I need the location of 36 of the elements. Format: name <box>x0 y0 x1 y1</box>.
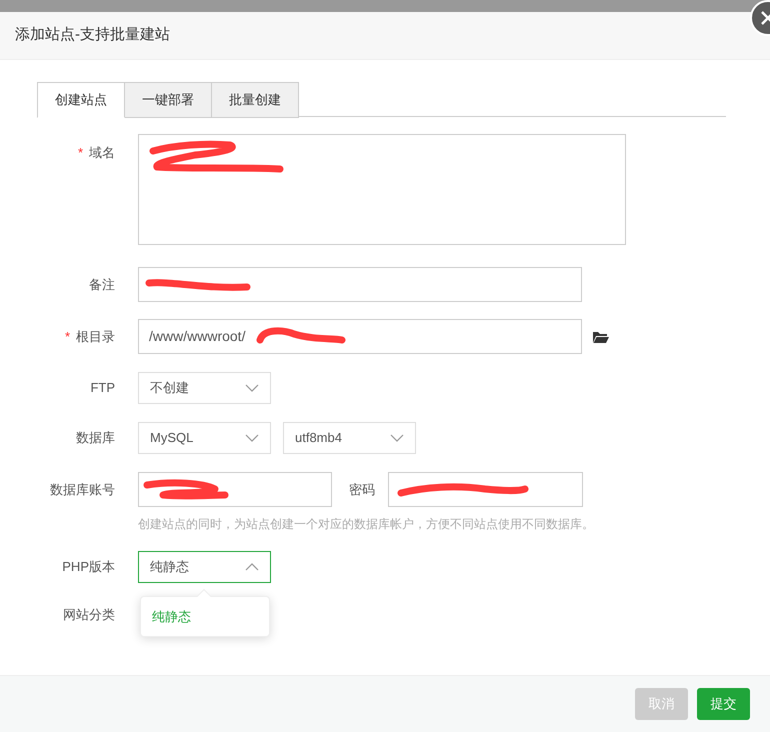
select-field[interactable]: 纯静态 <box>138 551 271 583</box>
field-label: 根目录 <box>76 328 115 346</box>
field-label: 数据库账号 <box>50 480 115 499</box>
tab[interactable]: 创建站点 <box>37 82 125 118</box>
dialog-title: 添加站点-支持批量建站 <box>15 25 170 46</box>
password-input[interactable] <box>388 472 583 507</box>
folder-icon[interactable] <box>593 330 609 343</box>
tab[interactable]: 批量创建 <box>212 82 299 118</box>
remark-input[interactable] <box>138 267 582 302</box>
select-field[interactable]: 不创建 <box>138 372 271 404</box>
domain-textarea[interactable] <box>138 134 626 245</box>
select-field[interactable]: MySQL <box>138 422 271 454</box>
required-mark: * <box>64 328 70 346</box>
select-value: 不创建 <box>150 379 189 398</box>
select-value: MySQL <box>150 429 194 448</box>
hint-text: 创建站点的同时，为站点创建一个对应的数据库帐户，方便不同站点使用不同数据库。 <box>138 516 594 533</box>
chevron-down-icon <box>245 384 259 392</box>
password-label: 密码 <box>349 480 375 499</box>
field-label: PHP版本 <box>62 558 115 576</box>
select-field[interactable]: utf8mb4 <box>283 422 416 454</box>
tab[interactable]: 一键部署 <box>125 82 212 118</box>
field-label: 备注 <box>89 276 115 294</box>
select-value: utf8mb4 <box>295 429 342 448</box>
field-label: 网站分类 <box>63 606 115 624</box>
close-icon[interactable] <box>750 0 770 36</box>
path-value: /www/wwwroot/ <box>149 327 246 346</box>
chevron-up-icon <box>245 563 259 571</box>
field-label: 域名 <box>89 144 115 162</box>
select-value: 纯静态 <box>150 558 189 576</box>
path-input[interactable]: /www/wwwroot/ <box>138 319 582 354</box>
field-label: 数据库 <box>76 429 115 448</box>
account-input[interactable] <box>138 472 332 507</box>
required-mark: * <box>78 144 83 162</box>
chevron-down-icon <box>390 434 404 442</box>
chevron-down-icon <box>245 434 259 442</box>
field-label: FTP <box>90 379 115 398</box>
